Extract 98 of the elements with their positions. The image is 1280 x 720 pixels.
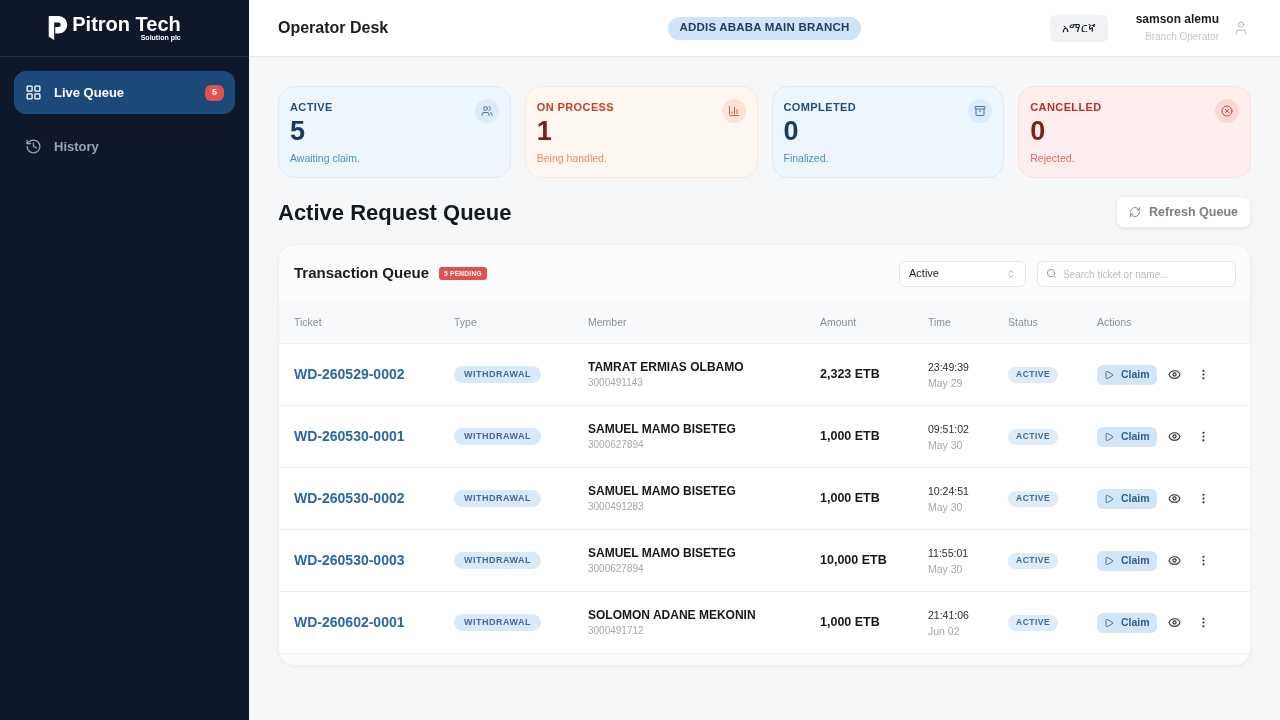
circle-x-icon [1215, 99, 1239, 123]
claim-button[interactable]: Claim [1097, 426, 1157, 447]
member-name: SAMUEL MAMO BISETEG [588, 483, 736, 499]
member-account: 3000627894 [588, 438, 644, 452]
ticket-link[interactable]: WD-260530-0002 [294, 488, 405, 509]
sidebar-item[interactable]: Live Queue 5 [14, 71, 235, 114]
grid-icon [25, 84, 42, 101]
status-tag: ACTIVE [1008, 428, 1059, 445]
language-button[interactable]: አማርኛ [1049, 14, 1108, 42]
count-badge: 5 [205, 84, 224, 101]
play-icon [1104, 555, 1114, 566]
column-header: Amount [820, 314, 857, 330]
claim-button[interactable]: Claim [1097, 364, 1157, 385]
time-cell: 21:41:06 [928, 607, 969, 622]
ticket-link[interactable]: WD-260530-0003 [294, 550, 405, 571]
search-field[interactable]: Search ticket or name... [1037, 261, 1236, 287]
type-tag: WITHDRAWAL [454, 552, 541, 569]
column-header: Type [454, 314, 477, 330]
search-icon [1046, 268, 1057, 279]
status-tag: ACTIVE [1008, 490, 1059, 507]
stat-value: 5 [290, 116, 306, 146]
stat-label: CANCELLED [1030, 100, 1102, 115]
date-cell: May 30 [928, 499, 963, 514]
brand-name: Pitron Tech [72, 14, 181, 34]
view-icon[interactable] [1167, 492, 1181, 505]
column-header: Ticket [294, 314, 322, 330]
stat-label: ACTIVE [290, 100, 333, 115]
play-icon [1104, 369, 1114, 380]
column-header: Member [588, 314, 627, 330]
claim-button[interactable]: Claim [1097, 612, 1157, 633]
time-cell: 23:49:39 [928, 359, 969, 374]
stat-label: ON PROCESS [536, 100, 615, 115]
amount-cell-text: 1,000 ETB [820, 428, 880, 446]
type-tag: WITHDRAWAL [454, 366, 541, 383]
member-account: 3000491712 [588, 624, 644, 638]
amount-cell-text: 1,000 ETB [820, 614, 880, 632]
column-header: Actions [1097, 314, 1132, 330]
amount-cell-text: 10,000 ETB [820, 552, 887, 570]
column-header: Time [928, 314, 951, 330]
bar-chart-icon [721, 99, 746, 123]
member-name: SAMUEL MAMO BISETEG [588, 421, 736, 437]
column-header: Status [1008, 314, 1038, 330]
time-cell: 10:24:51 [928, 483, 969, 498]
claim-button[interactable]: Claim [1097, 550, 1157, 571]
stat-value: 0 [1030, 116, 1046, 146]
page-title: Operator Desk [278, 18, 389, 38]
refresh-icon [1129, 206, 1142, 218]
view-icon[interactable] [1167, 554, 1181, 567]
archive-icon [968, 99, 993, 123]
stat-caption: Awaiting claim. [290, 151, 360, 166]
member-account: 3000491143 [588, 376, 643, 390]
branch-pill: ADDIS ABABA MAIN BRANCH [667, 16, 862, 40]
view-icon[interactable] [1167, 430, 1181, 443]
type-tag: WITHDRAWAL [454, 614, 541, 631]
view-icon[interactable] [1167, 616, 1181, 629]
amount-cell-text: 1,000 ETB [820, 490, 880, 508]
type-tag: WITHDRAWAL [454, 490, 541, 507]
play-icon [1104, 431, 1114, 442]
play-icon [1104, 493, 1114, 504]
stat-caption: Rejected. [1030, 151, 1075, 166]
member-account: 3000627894 [588, 562, 644, 576]
stat-caption: Finalized. [783, 151, 829, 166]
ticket-link[interactable]: WD-260529-0002 [294, 364, 405, 385]
time-cell: 11:55:01 [928, 545, 969, 560]
view-icon[interactable] [1167, 368, 1181, 381]
ticket-link[interactable]: WD-260602-0001 [294, 612, 405, 633]
stat-value: 0 [783, 116, 799, 146]
status-tag: ACTIVE [1008, 552, 1059, 569]
table-title: Transaction Queue [294, 263, 430, 284]
stat-caption: Being handled. [536, 151, 607, 166]
play-icon [1104, 617, 1114, 628]
status-select[interactable]: Active [899, 260, 1026, 287]
member-name: SAMUEL MAMO BISETEG [588, 545, 736, 561]
stat-label: COMPLETED [783, 100, 857, 115]
user-role: Branch Operator [1145, 30, 1219, 44]
history-icon [25, 138, 42, 155]
member-account: 3000491283 [588, 500, 644, 514]
refresh-button[interactable]: Refresh Queue [1116, 196, 1251, 228]
section-title: Active Request Queue [278, 198, 512, 227]
time-cell: 09:51:02 [928, 421, 969, 436]
member-name: TAMRAT ERMIAS OLBAMO [588, 359, 744, 375]
type-tag: WITHDRAWAL [454, 428, 541, 445]
date-cell: May 30 [928, 437, 963, 452]
users-icon [474, 99, 499, 123]
status-tag: ACTIVE [1008, 366, 1059, 383]
stat-value: 1 [536, 116, 552, 146]
sidebar-item[interactable]: History [14, 125, 235, 168]
date-cell: May 30 [928, 561, 963, 576]
member-name: SOLOMON ADANE MEKONIN [588, 607, 756, 623]
date-cell: May 29 [928, 375, 963, 390]
logo-icon [48, 16, 69, 40]
amount-cell-text: 2,323 ETB [820, 366, 880, 384]
chevrons-icon [1006, 268, 1016, 279]
ticket-link[interactable]: WD-260530-0001 [294, 426, 405, 447]
status-tag: ACTIVE [1008, 614, 1059, 631]
user-name: samson alemu [1135, 12, 1219, 27]
claim-button[interactable]: Claim [1097, 488, 1157, 509]
date-cell: Jun 02 [928, 623, 960, 638]
